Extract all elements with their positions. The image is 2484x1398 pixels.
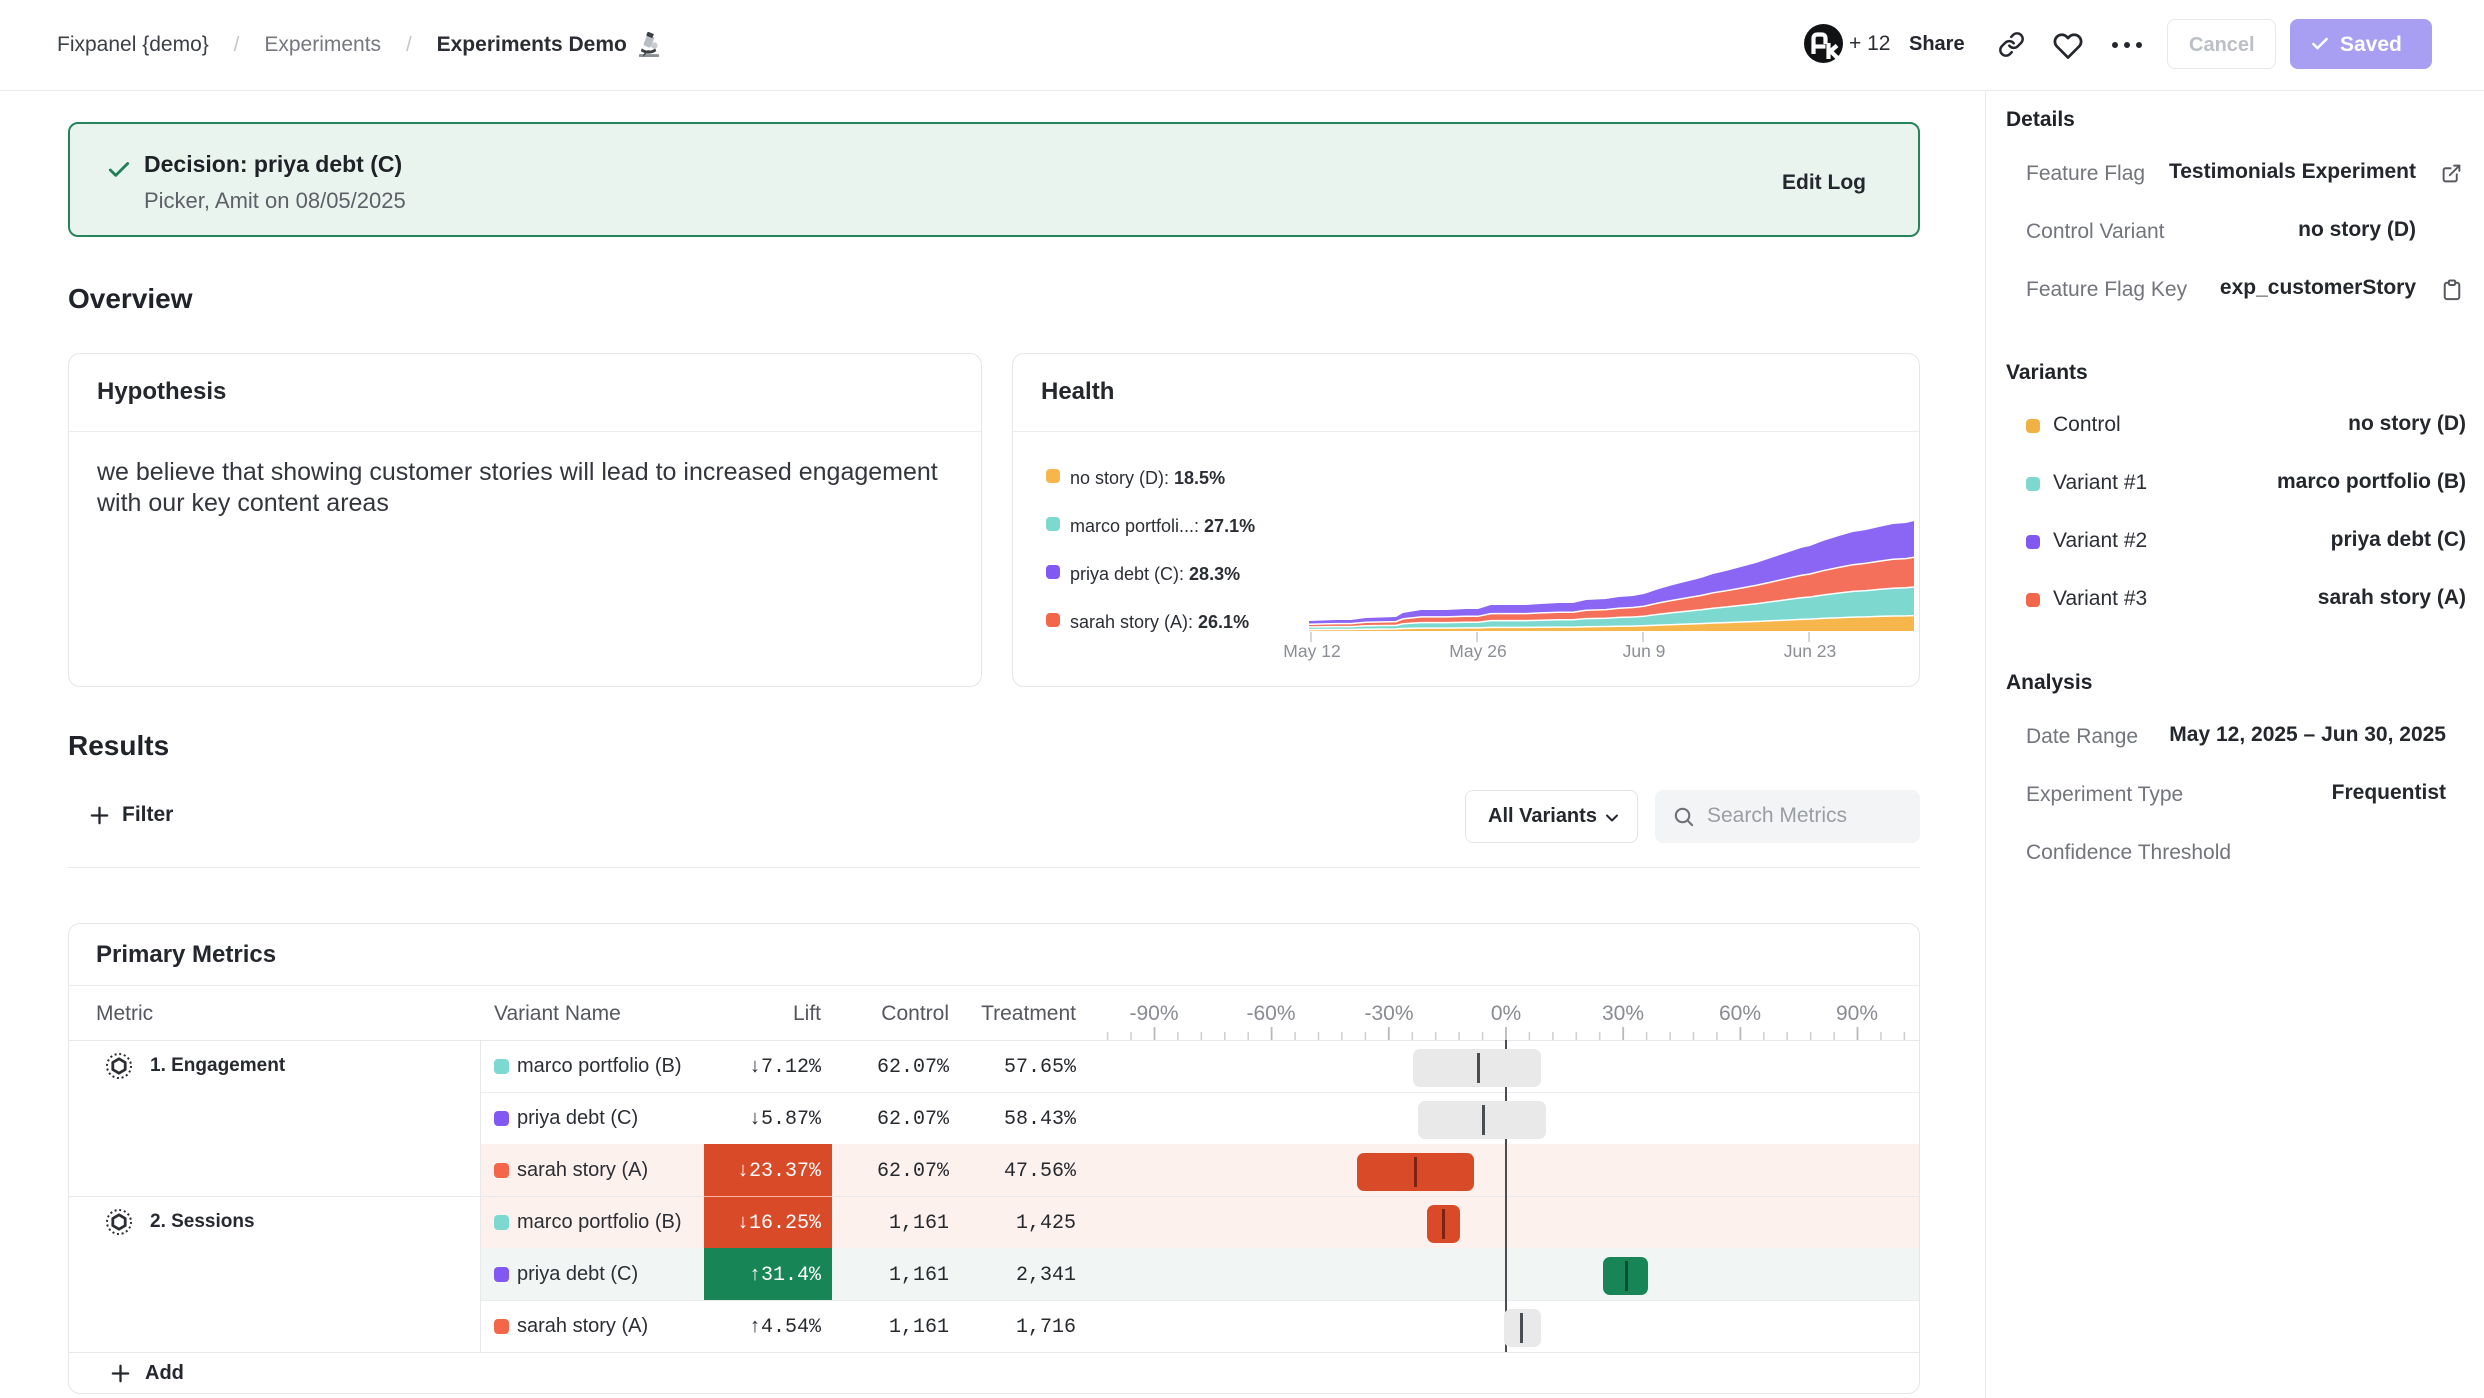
svg-text:May 12: May 12 — [1283, 641, 1340, 661]
svg-text:May 26: May 26 — [1449, 641, 1506, 661]
svg-text:Jun 23: Jun 23 — [1784, 641, 1837, 661]
svg-text:Jun 9: Jun 9 — [1623, 641, 1666, 661]
